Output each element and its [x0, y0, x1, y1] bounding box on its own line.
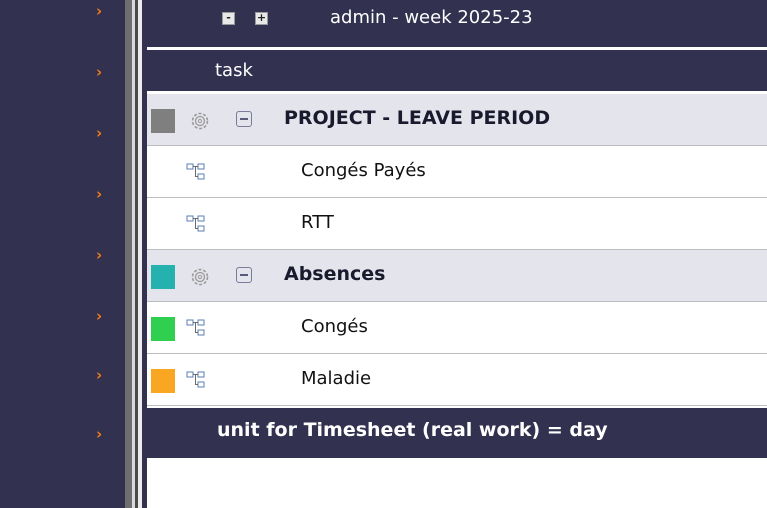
project-label: Absences: [284, 263, 386, 285]
gear-icon[interactable]: [188, 109, 212, 133]
collapse-group-icon[interactable]: [236, 267, 252, 283]
chevron-right-icon[interactable]: ›: [96, 65, 108, 80]
project-row[interactable]: PROJECT - LEAVE PERIOD: [147, 94, 767, 146]
task-label: Maladie: [301, 368, 372, 389]
task-label: RTT: [301, 212, 334, 233]
unit-note: unit for Timesheet (real work) = day: [217, 419, 608, 441]
collapse-group-icon[interactable]: [236, 111, 252, 127]
chevron-right-icon[interactable]: ›: [96, 187, 108, 202]
chevron-right-icon[interactable]: ›: [96, 126, 108, 141]
hierarchy-icon: [186, 319, 205, 336]
chevron-right-icon[interactable]: ›: [96, 368, 108, 383]
task-column-label: task: [215, 60, 253, 81]
hierarchy-icon: [186, 163, 205, 180]
task-row[interactable]: Congés Payés: [147, 146, 767, 198]
splitter-handle[interactable]: [125, 0, 132, 508]
project-label: PROJECT - LEAVE PERIOD: [284, 107, 551, 129]
chevron-right-icon[interactable]: ›: [96, 248, 108, 263]
chevron-right-icon[interactable]: ›: [96, 427, 108, 442]
task-color-swatch: [151, 369, 175, 393]
project-row[interactable]: Absences: [147, 250, 767, 302]
task-label: Congés: [301, 316, 368, 337]
chevron-right-icon[interactable]: ›: [96, 309, 108, 324]
project-color-swatch: [151, 109, 175, 133]
project-color-swatch: [151, 265, 175, 289]
task-color-swatch: [151, 317, 175, 341]
timesheet-footer: unit for Timesheet (real work) = day: [147, 408, 767, 458]
task-label: Congés Payés: [301, 160, 426, 181]
gear-icon[interactable]: [188, 265, 212, 289]
hierarchy-icon: [186, 215, 205, 232]
page-title: admin - week 2025-23: [330, 7, 533, 28]
chevron-right-icon[interactable]: ›: [96, 4, 108, 19]
column-header-task: task: [147, 50, 767, 91]
timesheet-header: - + admin - week 2025-23: [147, 0, 767, 47]
hierarchy-icon: [186, 371, 205, 388]
expand-all-button[interactable]: +: [255, 12, 268, 25]
collapse-all-button[interactable]: -: [222, 12, 235, 25]
task-row[interactable]: Congés: [147, 302, 767, 354]
timesheet-panel: - + admin - week 2025-23 task PROJECT - …: [147, 0, 767, 508]
task-row[interactable]: Maladie: [147, 354, 767, 406]
task-row[interactable]: RTT: [147, 198, 767, 250]
left-nav: › › › › › › › ›: [0, 0, 125, 508]
